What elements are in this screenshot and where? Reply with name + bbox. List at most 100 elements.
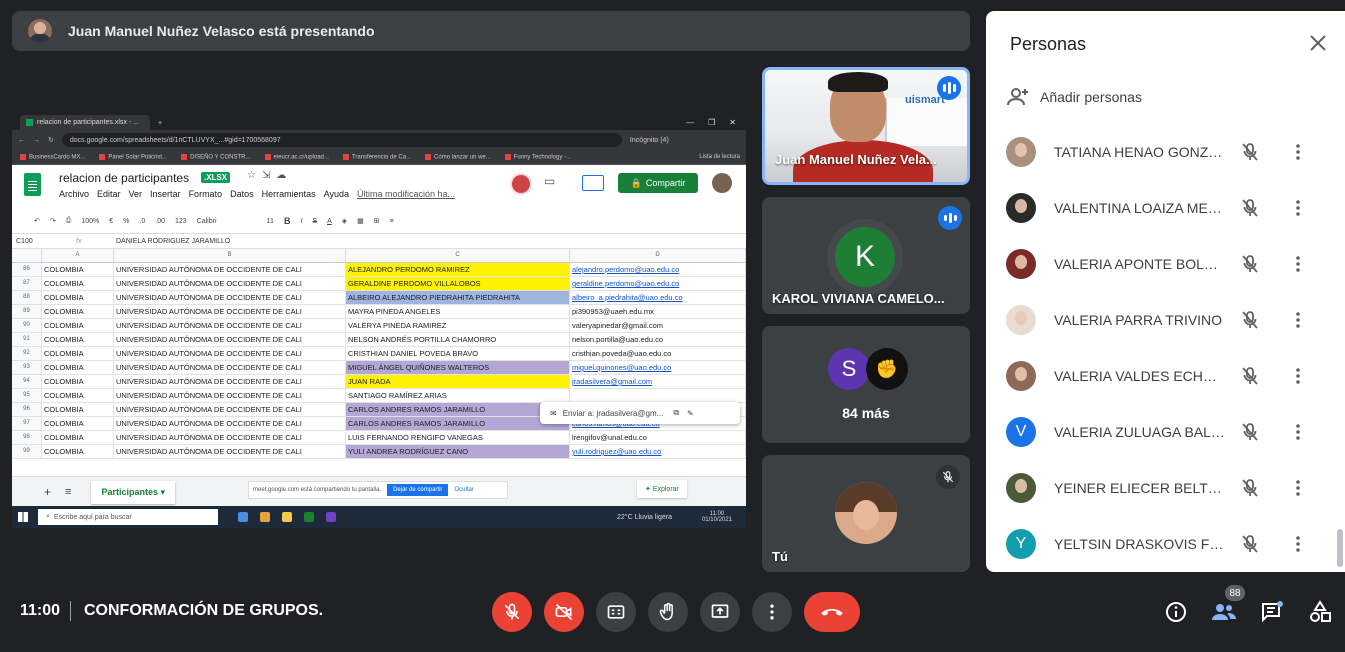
tile-more-participants[interactable]: S ✊ 84 más [762, 326, 970, 443]
menu-ayuda: Ayuda [323, 189, 349, 199]
table-cell: MIGUEL ÁNGEL QUIÑONES WALTEROS [346, 361, 570, 374]
bookmark-item: Panel Solar Policrist... [99, 154, 167, 160]
tile-karol[interactable]: K KAROL VIVIANA CAMELO... [762, 197, 970, 314]
person-more-button[interactable] [1286, 364, 1310, 388]
leave-call-button[interactable] [804, 592, 860, 632]
windows-taskbar: ⌕ Escribe aquí para buscar 22°C Lluvia li… [12, 506, 746, 528]
camera-toggle-button[interactable] [544, 592, 584, 632]
person-more-button[interactable] [1286, 140, 1310, 164]
sheet-title: relacion de participantes [59, 171, 190, 185]
more-vert-icon [1296, 312, 1300, 328]
person-row[interactable]: VALERIA VALDES ECHEVE... [986, 348, 1345, 404]
task-view-icon [238, 512, 248, 522]
table-cell: valeryapinedar@gmail.com [570, 319, 746, 332]
mic-off-icon [504, 603, 520, 620]
tile-name: Juan Manuel Nuñez Vela... [775, 152, 937, 167]
url-field: docs.google.com/spreadsheets/d/1nCTLUVYX… [61, 133, 622, 147]
back-icon: ← [18, 136, 25, 144]
table-cell: albeiro_a.piedrahita@uao.edu.co [570, 291, 746, 304]
sheets-logo-icon [24, 173, 41, 196]
table-cell: COLOMBIA [42, 417, 114, 430]
person-row[interactable]: VALENTINA LOAIZA MEJIA [986, 180, 1345, 236]
close-panel-button[interactable] [1308, 33, 1328, 53]
meeting-details-button[interactable] [1162, 598, 1190, 626]
person-more-button[interactable] [1286, 308, 1310, 332]
add-sheet-icon: + [44, 485, 52, 499]
hang-up-icon [821, 609, 843, 616]
person-row[interactable]: V VALERIA ZULUAGA BALL... [986, 404, 1345, 460]
formula-value: DANIELA RODRIGUEZ JARAMILLO [116, 237, 231, 245]
column-headers: A B C D [12, 249, 746, 263]
present-now-button[interactable] [700, 592, 740, 632]
more-vert-icon [1296, 424, 1300, 440]
person-name: VALERIA ZULUAGA BALL... [1054, 424, 1226, 440]
camera-off-icon [555, 603, 573, 621]
sheets-share-button: 🔒 Compartir [618, 173, 698, 193]
table-cell: UNIVERSIDAD AUTÓNOMA DE OCCIDENTE DE CAL… [114, 291, 346, 304]
person-name: VALERIA APONTE BOLAN... [1054, 256, 1226, 272]
all-sheets-icon: ≡ [65, 486, 72, 498]
person-row[interactable]: TATIANA HENAO GONZA... [986, 124, 1345, 180]
print-icon: ⎙ [65, 217, 72, 224]
chat-button[interactable] [1258, 598, 1286, 626]
show-everyone-button[interactable] [1210, 598, 1238, 626]
column-header: D [570, 249, 746, 262]
taskbar-search: ⌕ Escribe aquí para buscar [38, 509, 218, 525]
table-cell: COLOMBIA [42, 263, 114, 276]
person-row[interactable]: VALERIA PARRA TRIVINO [986, 292, 1345, 348]
sheet-tab: Participantes ▾ [91, 480, 175, 504]
table-cell: COLOMBIA [42, 347, 114, 360]
browser-tab: relacion de participantes.xlsx - ... [20, 115, 150, 130]
panel-scrollbar[interactable] [1337, 529, 1343, 567]
tile-name: Tú [772, 549, 788, 564]
table-cell: lrengifov@unal.edu.co [570, 431, 746, 444]
mic-off-icon [1242, 423, 1258, 441]
captions-button[interactable] [596, 592, 636, 632]
more-options-button[interactable] [752, 592, 792, 632]
person-avatar [1006, 193, 1036, 223]
table-cell: YULI ANDREA RODRÍGUEZ CANO [346, 445, 570, 458]
lock-icon: 🔒 [630, 177, 642, 188]
backdrop-logo: uismart [905, 94, 945, 106]
formula-bar: C100 fx DANIELA RODRIGUEZ JARAMILLO [12, 234, 746, 249]
person-avatar: Y [1006, 529, 1036, 559]
raise-hand-button[interactable] [648, 592, 688, 632]
tile-self[interactable]: Tú [762, 455, 970, 572]
shared-screen: relacion de participantes.xlsx - ... + —… [12, 112, 746, 528]
mic-off-icon [1242, 199, 1258, 217]
reading-list: Lista de lectura [699, 154, 740, 160]
person-more-button[interactable] [1286, 420, 1310, 444]
table-cell: COLOMBIA [42, 403, 114, 416]
fist-avatar-icon: ✊ [866, 348, 908, 390]
table-cell: UNIVERSIDAD AUTÓNOMA DE OCCIDENTE DE CAL… [114, 347, 346, 360]
table-cell: COLOMBIA [42, 277, 114, 290]
person-more-button[interactable] [1286, 252, 1310, 276]
table-cell: pi390953@uaeh.edu.mx [570, 305, 746, 318]
table-row: 91 COLOMBIA UNIVERSIDAD AUTÓNOMA DE OCCIDE… [12, 333, 746, 347]
menu-datos: Datos [230, 189, 254, 199]
mic-off-icon [936, 465, 960, 489]
chrome-icon [260, 512, 270, 522]
person-mute-status [1238, 140, 1262, 164]
tile-presenter-camera[interactable]: uismart Juan Manuel Nuñez Vela... [762, 67, 970, 185]
table-cell: COLOMBIA [42, 361, 114, 374]
mic-off-icon [1242, 255, 1258, 273]
menu-herramientas: Herramientas [261, 189, 316, 199]
person-row[interactable]: YEINER ELIECER BELTRAN... [986, 460, 1345, 516]
person-row[interactable]: VALERIA APONTE BOLAN... [986, 236, 1345, 292]
taskbar-weather: 22°C Lluvia ligera [617, 513, 672, 521]
person-more-button[interactable] [1286, 476, 1310, 500]
add-people-button[interactable]: Añadir personas [1006, 85, 1142, 109]
menu-archivo: Archivo [59, 189, 90, 199]
more-vert-icon [1296, 368, 1300, 384]
person-more-button[interactable] [1286, 196, 1310, 220]
person-row[interactable]: Y YELTSIN DRASKOVIS FRA... [986, 516, 1345, 572]
mic-toggle-button[interactable] [492, 592, 532, 632]
person-more-button[interactable] [1286, 532, 1310, 556]
email-chip-popup: ✉ Enviar a: jradasilvera@gm... ⧉ ✎ [540, 402, 740, 424]
fx-icon: fx [76, 237, 82, 245]
activities-button[interactable] [1306, 598, 1334, 626]
people-panel: Personas Añadir personas TATIANA HENAO G… [986, 11, 1345, 572]
hide-notice-button: Ocultar [454, 487, 474, 493]
person-mute-status [1238, 308, 1262, 332]
